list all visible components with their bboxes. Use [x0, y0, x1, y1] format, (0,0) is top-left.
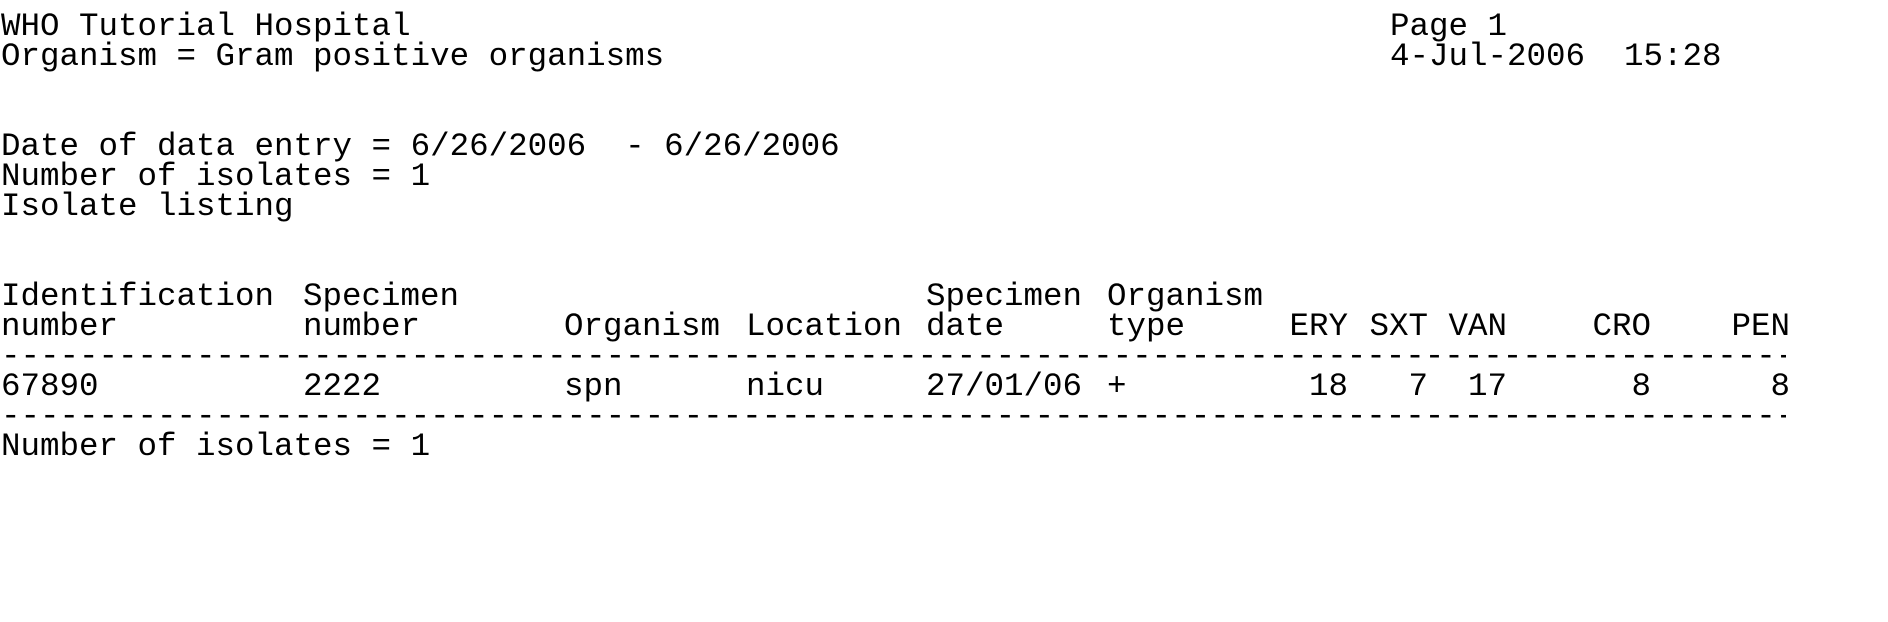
organism-filter: Organism = Gram positive organisms [1, 38, 665, 75]
report-datetime: 4-Jul-2006 15:28 [1390, 38, 1722, 75]
listing-title: Isolate listing [1, 188, 294, 225]
footer-isolate-count: Number of isolates = 1 [1, 428, 431, 465]
